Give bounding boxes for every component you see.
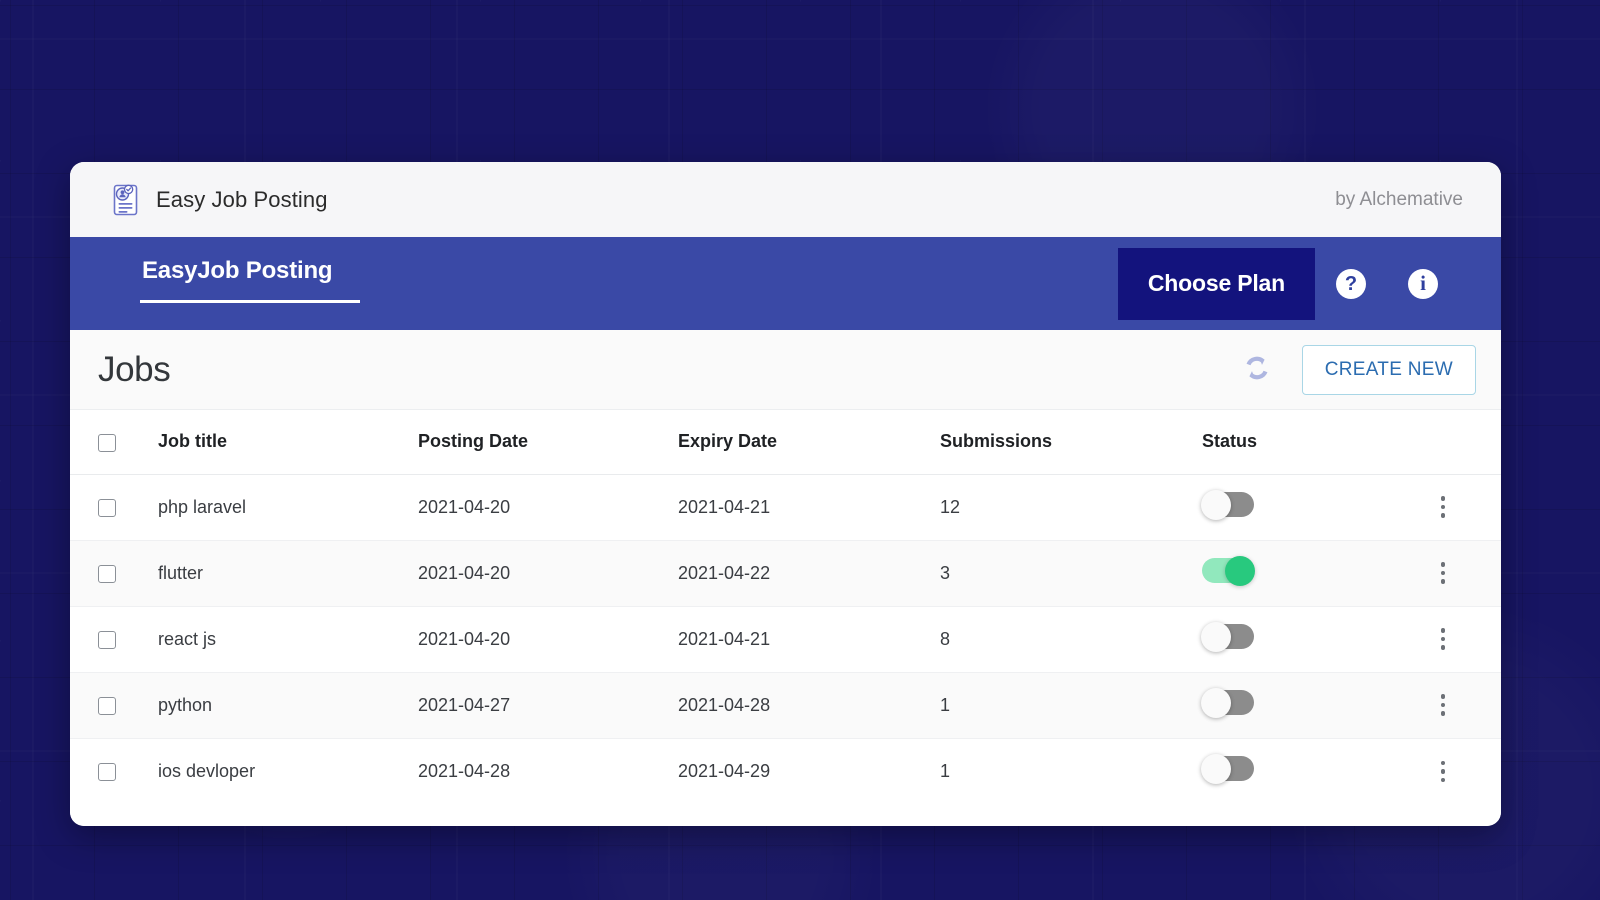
column-header-select — [70, 410, 158, 475]
row-select-cell — [70, 672, 158, 739]
cell-job-title: python — [158, 672, 418, 739]
brand-bar: Easy Job Posting by Alchemative — [70, 162, 1501, 237]
cell-actions — [1432, 738, 1501, 804]
row-checkbox[interactable] — [98, 564, 116, 583]
status-toggle[interactable] — [1202, 555, 1255, 586]
row-checkbox[interactable] — [98, 630, 116, 649]
table-row[interactable]: flutter 2021-04-20 2021-04-22 3 — [70, 540, 1501, 607]
table-row[interactable]: php laravel 2021-04-20 2021-04-21 12 — [70, 474, 1501, 541]
cell-status — [1201, 474, 1432, 541]
cell-posting-date: 2021-04-20 — [418, 474, 678, 541]
table-row[interactable]: python 2021-04-27 2021-04-28 1 — [70, 672, 1501, 739]
nav-bar: EasyJob Posting Choose Plan ? i — [70, 237, 1501, 330]
refresh-button[interactable] — [1236, 349, 1278, 391]
brand-identity: Easy Job Posting — [110, 183, 328, 217]
refresh-icon — [1239, 350, 1275, 389]
cell-status — [1201, 606, 1432, 673]
column-header-status: Status — [1202, 410, 1432, 475]
cell-posting-date: 2021-04-20 — [418, 606, 678, 673]
cell-job-title: react js — [158, 606, 418, 673]
column-header-actions — [1432, 410, 1501, 475]
app-card: Easy Job Posting by Alchemative EasyJob … — [70, 162, 1501, 826]
status-toggle[interactable] — [1201, 687, 1254, 718]
create-new-button[interactable]: CREATE NEW — [1301, 344, 1476, 395]
cell-status — [1201, 738, 1432, 804]
status-toggle[interactable] — [1201, 753, 1254, 784]
toggle-knob — [1201, 687, 1231, 718]
row-menu-icon[interactable] — [1432, 760, 1454, 782]
toggle-knob — [1201, 489, 1231, 520]
table-header-row: Job title Posting Date Expiry Date Submi… — [70, 410, 1501, 475]
info-icon: i — [1408, 268, 1438, 299]
resume-document-icon — [110, 183, 140, 217]
jobs-table-container: Job title Posting Date Expiry Date Submi… — [70, 410, 1501, 826]
toggle-knob — [1201, 621, 1231, 652]
row-select-cell — [70, 540, 158, 607]
tab-label: EasyJob Posting — [142, 256, 333, 284]
cell-actions — [1432, 540, 1501, 607]
cell-posting-date: 2021-04-27 — [418, 672, 678, 739]
choose-plan-button[interactable]: Choose Plan — [1117, 247, 1315, 320]
table-row[interactable]: react js 2021-04-20 2021-04-21 8 — [70, 606, 1501, 673]
jobs-table: Job title Posting Date Expiry Date Submi… — [70, 410, 1501, 804]
cell-actions — [1432, 672, 1501, 739]
cell-expiry-date: 2021-04-28 — [678, 672, 940, 739]
cell-actions — [1432, 606, 1501, 673]
column-header-posting-date: Posting Date — [418, 410, 678, 475]
row-select-cell — [70, 474, 158, 541]
table-header: Job title Posting Date Expiry Date Submi… — [70, 410, 1501, 475]
tab-easyjob-posting[interactable]: EasyJob Posting — [139, 256, 361, 311]
cell-expiry-date: 2021-04-21 — [678, 474, 940, 541]
row-checkbox[interactable] — [98, 763, 116, 781]
column-header-job-title: Job title — [158, 410, 418, 475]
page-title: Jobs — [98, 349, 171, 389]
cell-posting-date: 2021-04-28 — [418, 760, 511, 781]
info-button[interactable]: i — [1387, 248, 1459, 320]
cell-job-title: ios devloper — [158, 760, 256, 781]
row-menu-icon[interactable] — [1432, 562, 1454, 584]
row-menu-icon[interactable] — [1432, 694, 1454, 716]
status-toggle[interactable] — [1201, 489, 1254, 520]
row-checkbox[interactable] — [98, 696, 116, 715]
select-all-checkbox[interactable] — [98, 433, 116, 452]
cell-status — [1202, 540, 1432, 607]
cell-submissions: 12 — [940, 474, 1202, 541]
cell-submissions: 1 — [940, 760, 951, 781]
cell-job-title: php laravel — [158, 474, 418, 541]
question-mark-icon: ? — [1336, 268, 1366, 299]
toggle-knob — [1201, 753, 1231, 784]
cell-expiry-date: 2021-04-21 — [678, 606, 940, 673]
cell-expiry-date: 2021-04-29 — [678, 760, 771, 781]
cell-status — [1201, 672, 1432, 739]
row-checkbox[interactable] — [98, 498, 116, 517]
page-header-actions: CREATE NEW — [1236, 344, 1476, 395]
row-select-cell — [70, 606, 158, 673]
nav-actions: Choose Plan ? i — [1117, 237, 1501, 330]
page-header: Jobs CREATE NEW — [70, 330, 1501, 410]
column-header-expiry-date: Expiry Date — [678, 410, 940, 475]
cell-submissions: 1 — [940, 672, 1202, 739]
cell-posting-date: 2021-04-20 — [418, 540, 678, 607]
row-menu-icon[interactable] — [1432, 496, 1454, 518]
table-row[interactable]: ios devloper 2021-04-28 2021-04-29 1 — [70, 738, 1501, 804]
cell-expiry-date: 2021-04-22 — [678, 540, 940, 607]
cell-job-title: flutter — [158, 540, 418, 607]
table-body: php laravel 2021-04-20 2021-04-21 12 flu… — [70, 474, 1501, 804]
cell-actions — [1432, 474, 1501, 541]
row-select-cell — [70, 738, 158, 804]
app-name: Easy Job Posting — [156, 186, 328, 212]
help-button[interactable]: ? — [1315, 248, 1387, 320]
attribution: by Alchemative — [1335, 188, 1463, 210]
status-toggle[interactable] — [1201, 621, 1254, 652]
toggle-knob — [1225, 555, 1255, 586]
row-menu-icon[interactable] — [1432, 628, 1454, 650]
cell-submissions: 3 — [940, 540, 1202, 607]
column-header-submissions: Submissions — [940, 410, 1202, 475]
cell-submissions: 8 — [940, 606, 1202, 673]
